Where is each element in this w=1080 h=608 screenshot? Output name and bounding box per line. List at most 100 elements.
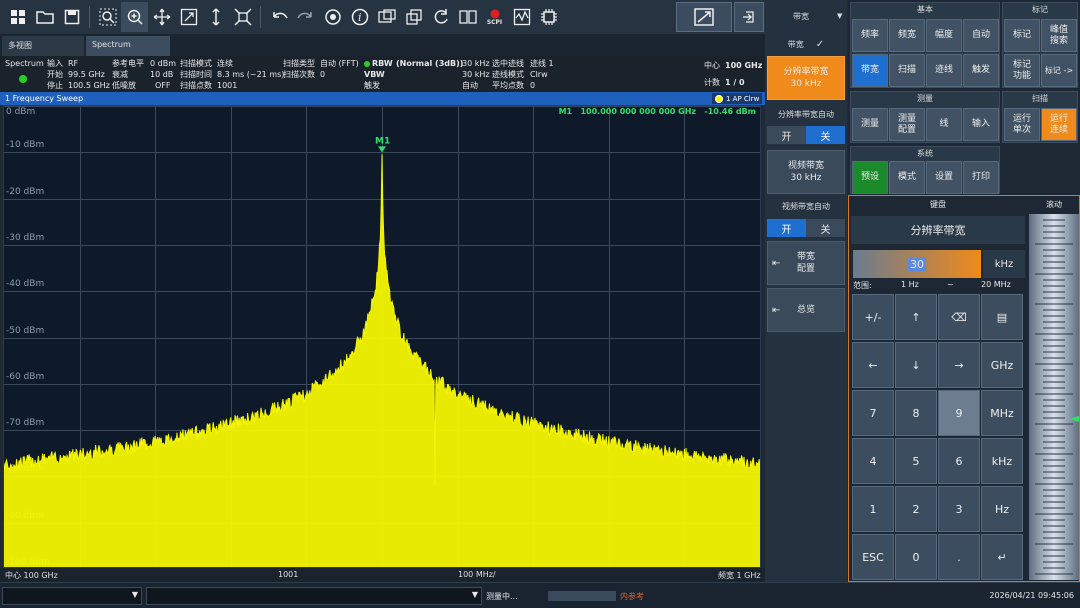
undo-icon[interactable]: [265, 2, 292, 32]
scpi-label: SCPI: [486, 18, 503, 26]
scroll-wheel[interactable]: [1029, 214, 1079, 580]
book-icon[interactable]: [454, 2, 481, 32]
vbw-button[interactable]: 视频带宽 30 kHz: [767, 150, 845, 194]
sweep-mode-label: 扫描模式: [180, 59, 212, 68]
key-3[interactable]: 3: [938, 486, 980, 532]
marker-group: 标记 标记 峰值 搜索 标记 功能 标记 ->: [1002, 2, 1078, 88]
down-arrow-key[interactable]: ↓: [895, 342, 937, 388]
key-2[interactable]: 2: [895, 486, 937, 532]
info-icon[interactable]: i: [346, 2, 373, 32]
rbw-auto-toggle[interactable]: 开 关: [767, 126, 845, 144]
key-6[interactable]: 6: [938, 438, 980, 484]
waveform-icon[interactable]: [508, 2, 535, 32]
rbw-auto-off[interactable]: 关: [806, 126, 845, 144]
fit-icon[interactable]: [229, 2, 256, 32]
up-arrow-key[interactable]: ↑: [895, 294, 937, 340]
measure-key[interactable]: 测量: [852, 108, 888, 141]
run-continuous-key[interactable]: 运行 连续: [1041, 108, 1077, 141]
exit-icon[interactable]: [734, 2, 764, 32]
rbw-auto-on[interactable]: 开: [767, 126, 806, 144]
ref-level-value: 0 dBm: [150, 59, 176, 68]
windows-copy-icon[interactable]: [400, 2, 427, 32]
save-icon[interactable]: [58, 2, 85, 32]
backspace-key[interactable]: ⌫: [938, 294, 980, 340]
checkmark-icon: ✓: [815, 38, 825, 50]
marker-triangle-icon: [378, 146, 386, 153]
status-dropdown-2[interactable]: ▼: [146, 587, 482, 605]
spectrum-plot[interactable]: 0 dBm -10 dBm -20 dBm -30 dBm -40 dBm -50 dBm…: [3, 105, 761, 568]
trace-key[interactable]: 迹线: [926, 54, 962, 87]
vbw-auto-off[interactable]: 关: [806, 219, 845, 237]
key-9[interactable]: 9: [938, 390, 980, 436]
decimal-key[interactable]: .: [938, 534, 980, 580]
esc-key[interactable]: ESC: [852, 534, 894, 580]
x-axis-bar: 中心 100 GHz 1001 100 MHz/ 频宽 1 GHz: [0, 568, 765, 582]
peak-search-key[interactable]: 峰值 搜索: [1041, 19, 1077, 52]
entry-field[interactable]: 30: [853, 250, 981, 278]
chip-icon[interactable]: [535, 2, 562, 32]
span-key[interactable]: 频宽: [889, 19, 925, 52]
redo-icon[interactable]: [292, 2, 319, 32]
keyboard-key[interactable]: ▤: [981, 294, 1023, 340]
setup-key[interactable]: 设置: [926, 161, 962, 194]
record-icon[interactable]: [319, 2, 346, 32]
status-dropdown-1[interactable]: ▼: [2, 587, 142, 605]
plus-minus-key[interactable]: +/-: [852, 294, 894, 340]
auto-key[interactable]: 自动: [963, 19, 999, 52]
khz-key[interactable]: kHz: [981, 438, 1023, 484]
key-8[interactable]: 8: [895, 390, 937, 436]
refresh-icon[interactable]: [427, 2, 454, 32]
bw-config-button[interactable]: ⇤ 带宽 配置: [767, 241, 845, 285]
rbw-button[interactable]: 分辨率带宽 30 kHz: [767, 56, 845, 100]
zoom-icon[interactable]: [121, 2, 148, 32]
mode-key[interactable]: 模式: [889, 161, 925, 194]
key-7[interactable]: 7: [852, 390, 894, 436]
keyboard-tab[interactable]: 键盘: [849, 199, 1027, 210]
section-title: 带宽 ✓: [767, 36, 845, 52]
ghz-key[interactable]: GHz: [981, 342, 1023, 388]
vbw-auto-toggle[interactable]: 开 关: [767, 219, 845, 237]
print-key[interactable]: 打印: [963, 161, 999, 194]
key-5[interactable]: 5: [895, 438, 937, 484]
sweep-key[interactable]: 扫描: [889, 54, 925, 87]
marker-func-key[interactable]: 标记 功能: [1004, 54, 1040, 87]
left-arrow-key[interactable]: ←: [852, 342, 894, 388]
move-icon[interactable]: [148, 2, 175, 32]
enter-key[interactable]: ↵: [981, 534, 1023, 580]
key-1[interactable]: 1: [852, 486, 894, 532]
trigger-key[interactable]: 触发: [963, 54, 999, 87]
panel-header[interactable]: 带宽 ▼: [767, 8, 845, 24]
overview-button[interactable]: ⇤ 总览: [767, 288, 845, 332]
marker-to-key[interactable]: 标记 ->: [1041, 54, 1077, 87]
scroll-tab[interactable]: 滚动: [1029, 199, 1079, 210]
right-arrow-key[interactable]: →: [938, 342, 980, 388]
windows-icon[interactable]: [4, 2, 31, 32]
screenshot-icon[interactable]: [373, 2, 400, 32]
screen-capture-icon[interactable]: [676, 2, 732, 32]
hz-key[interactable]: Hz: [981, 486, 1023, 532]
freq-key[interactable]: 频率: [852, 19, 888, 52]
run-single-key[interactable]: 运行 单次: [1004, 108, 1040, 141]
zoom-region-icon[interactable]: [94, 2, 121, 32]
amplitude-key[interactable]: 幅度: [926, 19, 962, 52]
hardkeys-panel: 基本 频率 频宽 幅度 自动 带宽 扫描 迹线 触发 标记 标记 峰值 搜索 标…: [848, 0, 1080, 195]
line-key[interactable]: 线: [926, 108, 962, 141]
tab-spectrum[interactable]: Spectrum: [86, 36, 170, 56]
marker-key[interactable]: 标记: [1004, 19, 1040, 52]
scpi-icon[interactable]: SCPI: [481, 2, 508, 32]
key-0[interactable]: 0: [895, 534, 937, 580]
bandwidth-key[interactable]: 带宽: [852, 54, 888, 87]
key-4[interactable]: 4: [852, 438, 894, 484]
open-folder-icon[interactable]: [31, 2, 58, 32]
preset-key[interactable]: 预设: [852, 161, 888, 194]
measure-config-key[interactable]: 测量 配置: [889, 108, 925, 141]
mhz-key[interactable]: MHz: [981, 390, 1023, 436]
count-value: 1 / 0: [725, 78, 745, 87]
entry-unit[interactable]: kHz: [983, 250, 1025, 278]
resize-icon[interactable]: [175, 2, 202, 32]
vbw-auto-on[interactable]: 开: [767, 219, 806, 237]
vertical-arrow-icon[interactable]: [202, 2, 229, 32]
input-key[interactable]: 输入: [963, 108, 999, 141]
x-points-label: 1001: [278, 570, 299, 579]
tab-multiview[interactable]: 多视图: [2, 36, 84, 56]
